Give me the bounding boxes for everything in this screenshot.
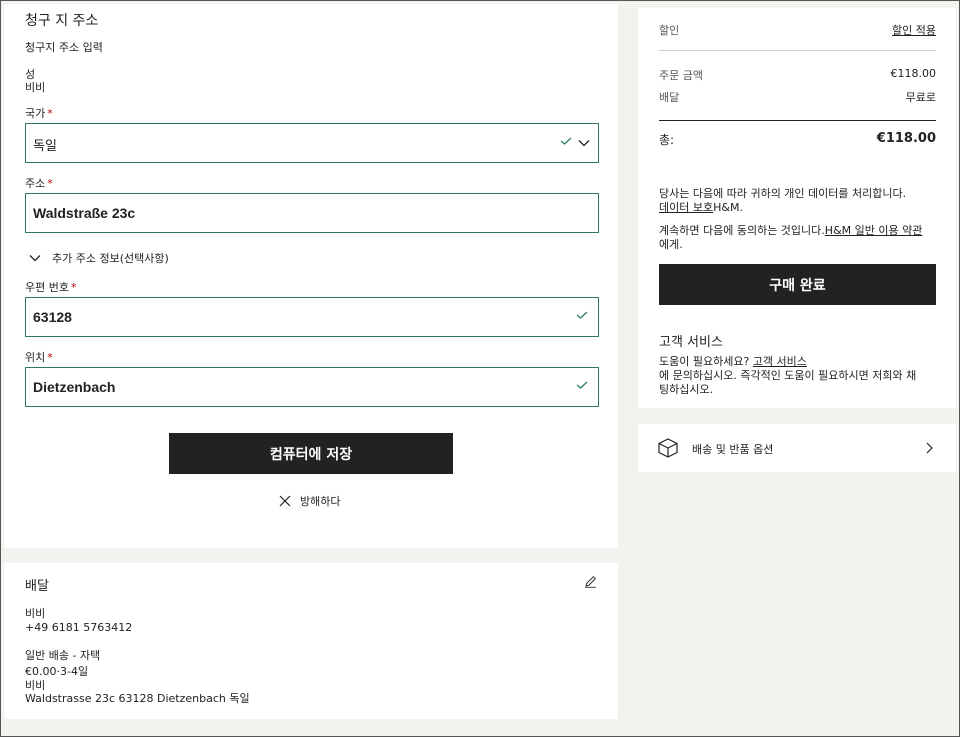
terms-link[interactable]: H&M 일반 이용 약관 xyxy=(825,224,923,237)
billing-address-panel: 청구 지 주소 청구지 주소 입력 성 비비 국가 * 독일 주소 * Waldst… xyxy=(4,4,618,548)
check-icon xyxy=(560,137,572,145)
order-summary-panel: 할인 할인 적용 주문 금액 €118.00 배달 무료로 총: €118.00… xyxy=(638,8,956,408)
city-label: 위치 * xyxy=(25,351,53,364)
country-value: 독일 xyxy=(33,139,57,154)
address-input[interactable]: Waldstraße 23c xyxy=(25,193,599,233)
total-value: €118.00 xyxy=(876,131,936,146)
required-mark: * xyxy=(47,351,53,364)
shipping-label: 배달 xyxy=(659,91,680,104)
terms-line: 계속하면 다음에 동의하는 것입니다.H&M 일반 이용 약관 xyxy=(659,224,923,237)
postal-code-value: 63128 xyxy=(33,309,72,325)
close-icon xyxy=(279,495,291,507)
city-value: Dietzenbach xyxy=(33,379,116,395)
chevron-down-icon xyxy=(29,255,41,262)
city-input[interactable]: Dietzenbach xyxy=(25,367,599,407)
address-label: 주소 * xyxy=(25,177,53,190)
additional-address-label: 추가 주소 정보(선택사항) xyxy=(52,252,169,265)
terms-suffix: 에게. xyxy=(659,238,683,251)
required-mark: * xyxy=(47,177,53,190)
country-select[interactable]: 독일 xyxy=(25,123,599,163)
billing-subtitle: 청구지 주소 입력 xyxy=(25,41,103,54)
required-mark: * xyxy=(70,281,77,294)
order-amount-value: €118.00 xyxy=(890,67,937,80)
shipping-returns-row[interactable]: 배송 및 반품 옵션 xyxy=(638,424,956,472)
apply-discount-link[interactable]: 할인 적용 xyxy=(892,22,936,38)
delivery-phone: +49 6181 5763412 xyxy=(25,621,133,634)
shipping-value: 무료로 xyxy=(905,91,936,104)
divider xyxy=(659,50,936,51)
box-icon xyxy=(658,438,678,458)
customer-service-title: 고객 서비스 xyxy=(659,335,723,350)
chevron-right-icon xyxy=(926,442,933,454)
save-button[interactable]: 컴퓨터에 저장 xyxy=(169,433,453,474)
pencil-icon[interactable] xyxy=(584,575,597,588)
delivery-title: 배달 xyxy=(25,579,49,594)
check-icon xyxy=(576,381,588,389)
delivery-panel: 배달 비비 +49 6181 5763412 일반 배송 - 자택 €0.00·… xyxy=(4,563,618,719)
delivery-address: Waldstrasse 23c 63128 Dietzenbach 독일 xyxy=(25,692,250,705)
cancel-button[interactable]: 방해하다 xyxy=(279,493,340,509)
privacy-link[interactable]: 데이터 보호 xyxy=(659,201,713,214)
address-value: Waldstraße 23c xyxy=(33,205,136,221)
postal-code-input[interactable]: 63128 xyxy=(25,297,599,337)
billing-title: 청구 지 주소 xyxy=(25,13,99,29)
complete-purchase-button[interactable]: 구매 완료 xyxy=(659,264,936,305)
check-icon xyxy=(576,311,588,319)
total-label: 총: xyxy=(659,133,675,147)
country-label: 국가 * xyxy=(25,107,53,120)
divider xyxy=(659,120,936,121)
delivery-method: 일반 배송 - 자택 xyxy=(25,649,101,662)
privacy-line: 데이터 보호H&M. xyxy=(659,201,743,214)
postal-label: 우편 번호 * xyxy=(25,281,77,294)
cancel-label: 방해하다 xyxy=(300,495,341,508)
order-amount-label: 주문 금액 xyxy=(659,69,703,82)
additional-address-toggle[interactable]: 추가 주소 정보(선택사항) xyxy=(29,250,169,266)
last-name-value: 비비 xyxy=(25,81,46,94)
help-line-3: 팅하십시오. xyxy=(659,383,714,396)
delivery-name: 비비 xyxy=(25,607,46,620)
chevron-down-icon xyxy=(578,140,590,147)
shipping-returns-label: 배송 및 반품 옵션 xyxy=(692,443,774,456)
required-mark: * xyxy=(47,107,53,120)
discount-label: 할인 xyxy=(659,24,680,37)
